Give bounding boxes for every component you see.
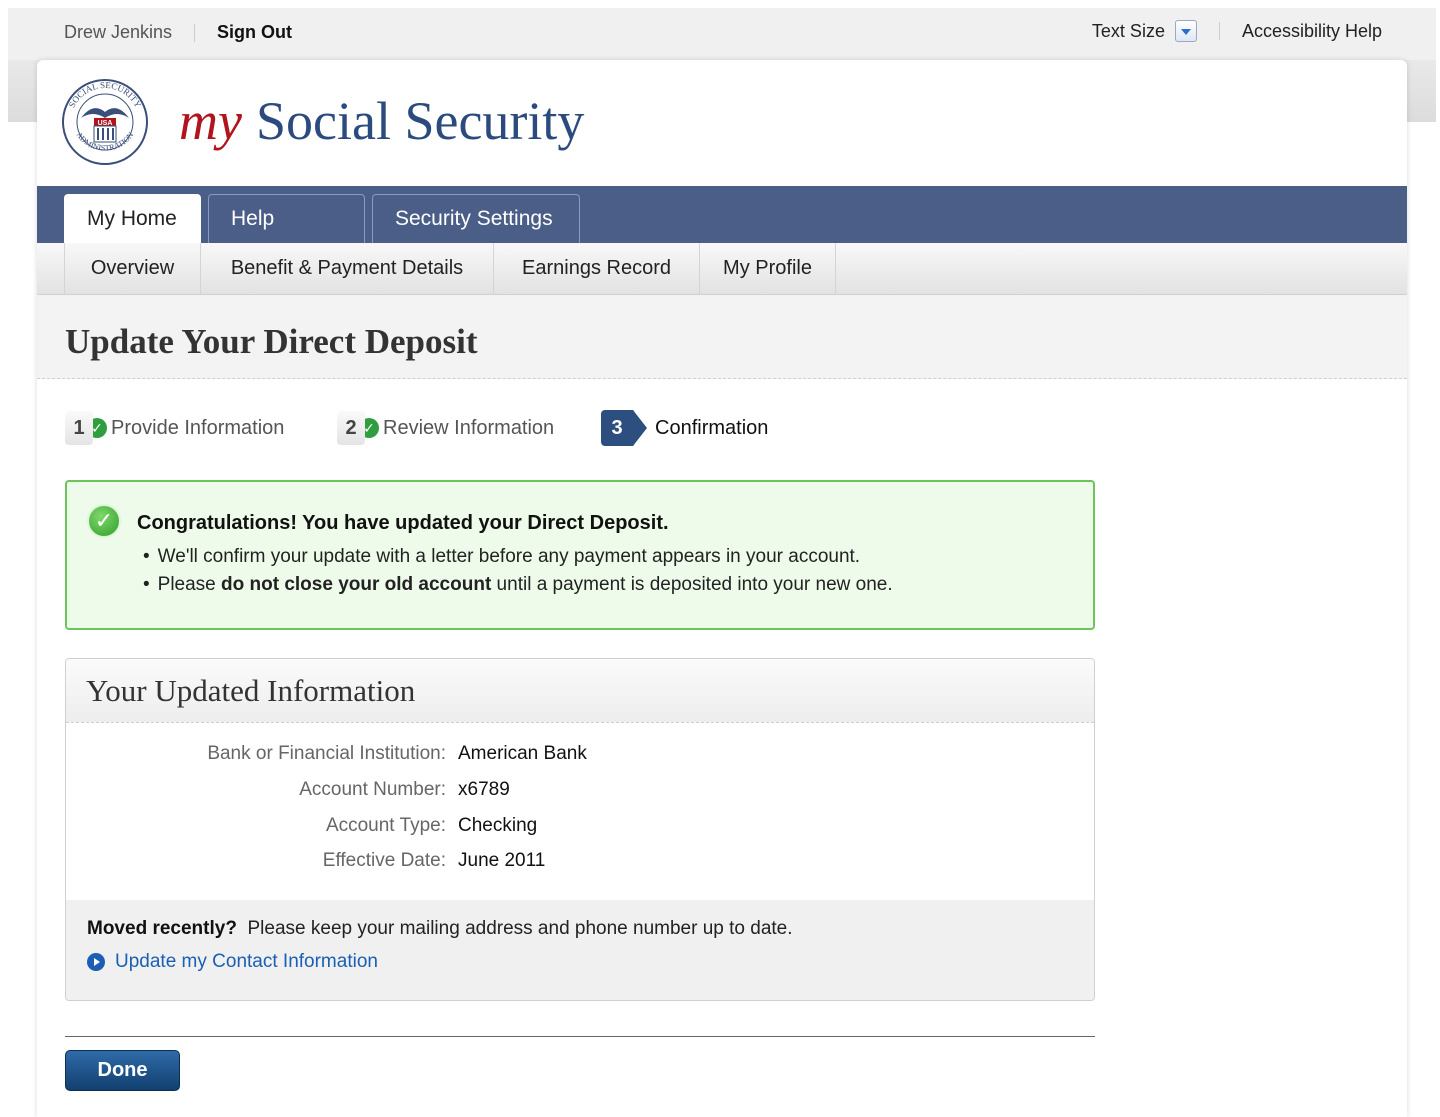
info-label: Bank or Financial Institution: (207, 743, 446, 764)
update-contact-information-link[interactable]: Update my Contact Information (87, 951, 378, 973)
divider (194, 23, 196, 42)
moved-recently-text: Moved recently? Please keep your mailing… (87, 918, 793, 939)
page-title: Update Your Direct Deposit (65, 322, 478, 361)
success-message: ✓ Congratulations! You have updated your… (65, 480, 1095, 630)
text-size-dropdown-icon[interactable] (1174, 20, 1197, 42)
step-label: Review Information (383, 416, 555, 439)
text-size-label: Text Size (1091, 20, 1165, 41)
secondary-nav: Overview Benefit & Payment Details Earni… (37, 243, 1407, 295)
step-confirmation: 3 Confirmation (601, 408, 768, 448)
subnav-earnings-record[interactable]: Earnings Record (494, 243, 700, 295)
info-value: June 2011 (458, 850, 546, 871)
user-name: Drew Jenkins (64, 22, 173, 42)
info-label: Account Type: (325, 815, 446, 836)
tab-security-settings[interactable]: Security Settings (372, 194, 580, 243)
updated-information-box: Your Updated Information Bank or Financi… (65, 658, 1095, 1001)
subnav-my-profile[interactable]: My Profile (700, 243, 836, 295)
info-row: Account Number: x6789 (66, 779, 1094, 809)
divider (37, 378, 1407, 379)
step-number: 3 (601, 410, 633, 446)
main-panel: USA SOCIAL SECURITY ADMINISTRATION my Soc… (37, 60, 1407, 1117)
success-line: Please do not close your old account unt… (143, 574, 893, 596)
step-label: Provide Information (111, 416, 285, 439)
ssa-seal-logo: USA SOCIAL SECURITY ADMINISTRATION (62, 79, 148, 165)
subnav-benefit-payment-details[interactable]: Benefit & Payment Details (201, 243, 494, 295)
step-arrow-icon (633, 410, 647, 446)
success-title: Congratulations! You have updated your D… (137, 512, 669, 534)
brand-social-security: Social Security (255, 91, 585, 151)
info-value: American Bank (458, 743, 587, 764)
step-label: Confirmation (655, 416, 769, 439)
subnav-overview[interactable]: Overview (64, 243, 201, 295)
info-value: Checking (458, 815, 538, 836)
info-label: Account Number: (299, 779, 446, 800)
section-heading: Your Updated Information (66, 659, 1094, 723)
accessibility-help-link[interactable]: Accessibility Help (1242, 21, 1382, 42)
info-label: Effective Date: (322, 850, 446, 871)
info-row: Bank or Financial Institution: American … (66, 743, 1094, 773)
success-check-icon: ✓ (87, 504, 121, 538)
seal-center-text: USA (98, 120, 113, 127)
info-row: Account Type: Checking (66, 815, 1094, 845)
arrow-circle-icon (87, 953, 105, 971)
moved-recently-section: Moved recently? Please keep your mailing… (66, 900, 1094, 1000)
divider (1218, 22, 1220, 40)
info-row: Effective Date: June 2011 (66, 850, 1094, 880)
utility-bar: Drew Jenkins Sign Out Text Size Accessib… (8, 8, 1436, 60)
sign-out-link[interactable]: Sign Out (217, 22, 292, 43)
tab-help-center[interactable]: Help Center (208, 194, 365, 278)
step-number: 2 (337, 411, 365, 445)
site-header: USA SOCIAL SECURITY ADMINISTRATION my Soc… (37, 60, 1407, 186)
tab-my-home[interactable]: My Home (64, 194, 201, 243)
success-line: We'll confirm your update with a letter … (143, 546, 860, 568)
step-review-information: 2 ✓ Review Information (337, 408, 554, 448)
done-button[interactable]: Done (65, 1050, 180, 1091)
step-number: 1 (65, 411, 93, 445)
brand-my: my (179, 91, 242, 151)
step-provide-information: 1 ✓ Provide Information (65, 408, 284, 448)
site-brand: my Social Security (179, 90, 584, 152)
divider (65, 1036, 1095, 1037)
primary-tabs: My Home Help Center Security Settings (37, 186, 1407, 278)
info-value: x6789 (458, 779, 510, 800)
